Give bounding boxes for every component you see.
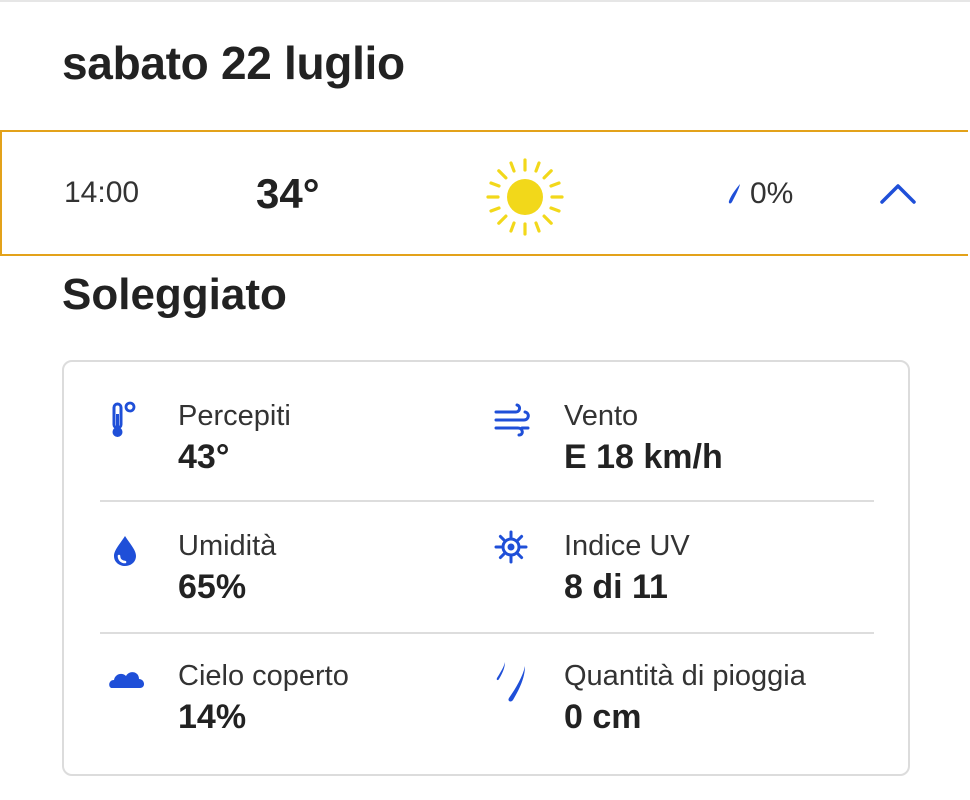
detail-wind: Vento E 18 km/h — [494, 400, 874, 500]
cloud-cover-label: Cielo coperto — [178, 660, 349, 692]
precipitation-chance: 0% — [728, 176, 793, 212]
wind-value: E 18 km/h — [564, 438, 723, 476]
details-card: Percepiti 43° Vento E 18 km/h Umidità 65… — [62, 360, 910, 776]
rain-amount-label: Quantità di pioggia — [564, 660, 806, 692]
weather-condition: Soleggiato — [62, 270, 287, 319]
detail-cloud-cover: Cielo coperto 14% — [108, 660, 488, 760]
chevron-up-icon[interactable] — [878, 178, 918, 208]
drop-icon — [114, 536, 136, 566]
hour-time: 14:00 — [64, 176, 140, 209]
raindrop-icon — [728, 184, 740, 204]
precipitation-value: 0% — [750, 177, 794, 210]
uv-index-value: 8 di 11 — [564, 568, 668, 606]
row-divider — [100, 500, 874, 502]
feels-like-label: Percepiti — [178, 400, 291, 432]
hourly-forecast-row[interactable]: 14:00 34° 0% — [0, 130, 968, 256]
wind-label: Vento — [564, 400, 639, 432]
rain-amount-value: 0 cm — [564, 698, 642, 736]
top-border — [0, 0, 970, 2]
humidity-label: Umidità — [178, 530, 277, 562]
sun-icon — [486, 158, 564, 236]
detail-rain-amount: Quantità di pioggia 0 cm — [494, 660, 874, 760]
humidity-value: 65% — [178, 568, 247, 606]
detail-feels-like: Percepiti 43° — [108, 400, 488, 500]
cloud-icon — [109, 672, 145, 688]
uv-sun-icon — [494, 530, 528, 564]
cloud-cover-value: 14% — [178, 698, 247, 736]
uv-index-label: Indice UV — [564, 530, 690, 562]
feels-like-value: 43° — [178, 438, 230, 476]
thermometer-icon — [112, 401, 136, 437]
rain-icon — [496, 662, 525, 702]
date-title: sabato 22 luglio — [62, 37, 405, 89]
hour-temperature: 34° — [256, 170, 320, 217]
row-divider — [100, 632, 874, 634]
detail-humidity: Umidità 65% — [108, 530, 488, 630]
wind-icon — [494, 403, 530, 437]
detail-uv-index: Indice UV 8 di 11 — [494, 530, 874, 630]
